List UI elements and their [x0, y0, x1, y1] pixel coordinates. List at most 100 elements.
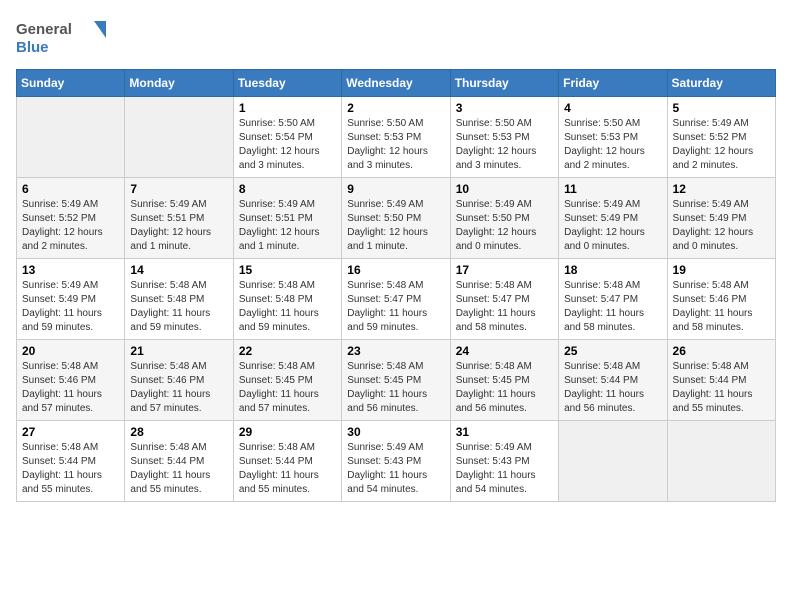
calendar-week-row: 20 Sunrise: 5:48 AMSunset: 5:46 PMDayligh…	[17, 340, 776, 421]
page-header: General Blue	[16, 16, 776, 61]
day-number: 18	[564, 263, 661, 277]
day-detail: Sunrise: 5:49 AMSunset: 5:49 PMDaylight:…	[22, 279, 119, 335]
day-detail: Sunrise: 5:48 AMSunset: 5:47 PMDaylight:…	[347, 279, 444, 335]
calendar-cell: 26Sunrise: 5:48 AMSunset: 5:44 PMDayligh…	[667, 340, 775, 421]
calendar-week-row: 13Sunrise: 5:49 AMSunset: 5:49 PMDayligh…	[17, 259, 776, 340]
day-number: 23	[347, 344, 444, 358]
calendar-cell: 30Sunrise: 5:49 AMSunset: 5:43 PMDayligh…	[342, 421, 450, 502]
day-detail: Sunrise: 5:48 AMSunset: 5:45 PMDaylight:…	[456, 360, 553, 416]
day-number: 11	[564, 182, 661, 196]
calendar-cell: 16Sunrise: 5:48 AMSunset: 5:47 PMDayligh…	[342, 259, 450, 340]
day-detail: Sunrise: 5:49 AMSunset: 5:43 PMDaylight:…	[456, 441, 553, 497]
calendar-cell: 22 Sunrise: 5:48 AMSunset: 5:45 PMDayligh…	[233, 340, 341, 421]
calendar-body: 1 Sunrise: 5:50 AMSunset: 5:54 PMDaylight…	[17, 97, 776, 502]
day-detail: Sunrise: 5:48 AMSunset: 5:48 PMDaylight:…	[239, 279, 336, 335]
weekday-header: Thursday	[450, 70, 558, 97]
day-detail: Sunrise: 5:50 AMSunset: 5:53 PMDaylight:…	[564, 117, 661, 173]
calendar-cell: 1 Sunrise: 5:50 AMSunset: 5:54 PMDaylight…	[233, 97, 341, 178]
calendar-cell: 27 Sunrise: 5:48 AMSunset: 5:44 PMDayligh…	[17, 421, 125, 502]
day-detail: Sunrise: 5:49 AMSunset: 5:50 PMDaylight:…	[456, 198, 553, 254]
calendar-cell	[17, 97, 125, 178]
calendar-cell: 24 Sunrise: 5:48 AMSunset: 5:45 PMDayligh…	[450, 340, 558, 421]
day-detail: Sunrise: 5:49 AMSunset: 5:49 PMDaylight:…	[564, 198, 661, 254]
day-number: 10	[456, 182, 553, 196]
day-detail: Sunrise: 5:50 AMSunset: 5:53 PMDaylight:…	[456, 117, 553, 173]
day-detail: Sunrise: 5:49 AMSunset: 5:50 PMDaylight:…	[347, 198, 444, 254]
day-number: 28	[130, 425, 227, 439]
day-number: 19	[673, 263, 770, 277]
day-number: 15	[239, 263, 336, 277]
calendar-cell: 6Sunrise: 5:49 AMSunset: 5:52 PMDaylight…	[17, 178, 125, 259]
day-number: 2	[347, 101, 444, 115]
calendar-cell: 10 Sunrise: 5:49 AMSunset: 5:50 PMDayligh…	[450, 178, 558, 259]
day-detail: Sunrise: 5:49 AMSunset: 5:51 PMDaylight:…	[239, 198, 336, 254]
calendar-cell: 29 Sunrise: 5:48 AMSunset: 5:44 PMDayligh…	[233, 421, 341, 502]
calendar-cell: 11 Sunrise: 5:49 AMSunset: 5:49 PMDayligh…	[559, 178, 667, 259]
calendar-cell: 5 Sunrise: 5:49 AMSunset: 5:52 PMDaylight…	[667, 97, 775, 178]
day-number: 17	[456, 263, 553, 277]
day-number: 29	[239, 425, 336, 439]
day-detail: Sunrise: 5:48 AMSunset: 5:44 PMDaylight:…	[130, 441, 227, 497]
svg-text:General: General	[16, 21, 72, 38]
calendar-cell: 8Sunrise: 5:49 AMSunset: 5:51 PMDaylight…	[233, 178, 341, 259]
calendar-week-row: 6Sunrise: 5:49 AMSunset: 5:52 PMDaylight…	[17, 178, 776, 259]
calendar-cell: 2 Sunrise: 5:50 AMSunset: 5:53 PMDaylight…	[342, 97, 450, 178]
weekday-header: Saturday	[667, 70, 775, 97]
calendar-cell: 3 Sunrise: 5:50 AMSunset: 5:53 PMDaylight…	[450, 97, 558, 178]
day-number: 3	[456, 101, 553, 115]
day-number: 7	[130, 182, 227, 196]
day-detail: Sunrise: 5:48 AMSunset: 5:48 PMDaylight:…	[130, 279, 227, 335]
day-number: 5	[673, 101, 770, 115]
weekday-header: Wednesday	[342, 70, 450, 97]
calendar-cell: 28 Sunrise: 5:48 AMSunset: 5:44 PMDayligh…	[125, 421, 233, 502]
day-number: 12	[673, 182, 770, 196]
day-detail: Sunrise: 5:48 AMSunset: 5:45 PMDaylight:…	[239, 360, 336, 416]
day-number: 31	[456, 425, 553, 439]
day-detail: Sunrise: 5:48 AMSunset: 5:46 PMDaylight:…	[673, 279, 770, 335]
calendar-cell: 18 Sunrise: 5:48 AMSunset: 5:47 PMDayligh…	[559, 259, 667, 340]
weekday-header: Monday	[125, 70, 233, 97]
day-number: 30	[347, 425, 444, 439]
calendar-cell	[667, 421, 775, 502]
calendar-cell: 4Sunrise: 5:50 AMSunset: 5:53 PMDaylight…	[559, 97, 667, 178]
calendar-cell: 9 Sunrise: 5:49 AMSunset: 5:50 PMDaylight…	[342, 178, 450, 259]
day-number: 24	[456, 344, 553, 358]
day-detail: Sunrise: 5:48 AMSunset: 5:47 PMDaylight:…	[564, 279, 661, 335]
weekday-header: Tuesday	[233, 70, 341, 97]
day-detail: Sunrise: 5:48 AMSunset: 5:44 PMDaylight:…	[22, 441, 119, 497]
calendar-cell	[125, 97, 233, 178]
calendar-week-row: 1 Sunrise: 5:50 AMSunset: 5:54 PMDaylight…	[17, 97, 776, 178]
day-number: 1	[239, 101, 336, 115]
calendar-cell: 20 Sunrise: 5:48 AMSunset: 5:46 PMDayligh…	[17, 340, 125, 421]
calendar-cell: 25Sunrise: 5:48 AMSunset: 5:44 PMDayligh…	[559, 340, 667, 421]
day-detail: Sunrise: 5:48 AMSunset: 5:44 PMDaylight:…	[673, 360, 770, 416]
day-number: 20	[22, 344, 119, 358]
calendar-cell: 15 Sunrise: 5:48 AMSunset: 5:48 PMDayligh…	[233, 259, 341, 340]
day-detail: Sunrise: 5:48 AMSunset: 5:46 PMDaylight:…	[22, 360, 119, 416]
day-detail: Sunrise: 5:48 AMSunset: 5:45 PMDaylight:…	[347, 360, 444, 416]
day-detail: Sunrise: 5:49 AMSunset: 5:52 PMDaylight:…	[673, 117, 770, 173]
day-number: 21	[130, 344, 227, 358]
calendar-header-row: SundayMondayTuesdayWednesdayThursdayFrid…	[17, 70, 776, 97]
day-detail: Sunrise: 5:50 AMSunset: 5:53 PMDaylight:…	[347, 117, 444, 173]
day-detail: Sunrise: 5:49 AMSunset: 5:51 PMDaylight:…	[130, 198, 227, 254]
day-number: 9	[347, 182, 444, 196]
calendar-cell: 17 Sunrise: 5:48 AMSunset: 5:47 PMDayligh…	[450, 259, 558, 340]
svg-text:Blue: Blue	[16, 39, 49, 56]
day-number: 27	[22, 425, 119, 439]
logo-svg: General Blue	[16, 16, 106, 61]
day-number: 22	[239, 344, 336, 358]
calendar-cell: 23 Sunrise: 5:48 AMSunset: 5:45 PMDayligh…	[342, 340, 450, 421]
calendar-week-row: 27 Sunrise: 5:48 AMSunset: 5:44 PMDayligh…	[17, 421, 776, 502]
day-detail: Sunrise: 5:48 AMSunset: 5:47 PMDaylight:…	[456, 279, 553, 335]
calendar-cell: 13Sunrise: 5:49 AMSunset: 5:49 PMDayligh…	[17, 259, 125, 340]
day-detail: Sunrise: 5:50 AMSunset: 5:54 PMDaylight:…	[239, 117, 336, 173]
day-detail: Sunrise: 5:49 AMSunset: 5:52 PMDaylight:…	[22, 198, 119, 254]
day-detail: Sunrise: 5:48 AMSunset: 5:44 PMDaylight:…	[239, 441, 336, 497]
calendar-cell: 7 Sunrise: 5:49 AMSunset: 5:51 PMDaylight…	[125, 178, 233, 259]
day-detail: Sunrise: 5:48 AMSunset: 5:44 PMDaylight:…	[564, 360, 661, 416]
day-number: 14	[130, 263, 227, 277]
calendar-cell: 19 Sunrise: 5:48 AMSunset: 5:46 PMDayligh…	[667, 259, 775, 340]
logo: General Blue	[16, 16, 106, 61]
calendar-table: SundayMondayTuesdayWednesdayThursdayFrid…	[16, 69, 776, 502]
